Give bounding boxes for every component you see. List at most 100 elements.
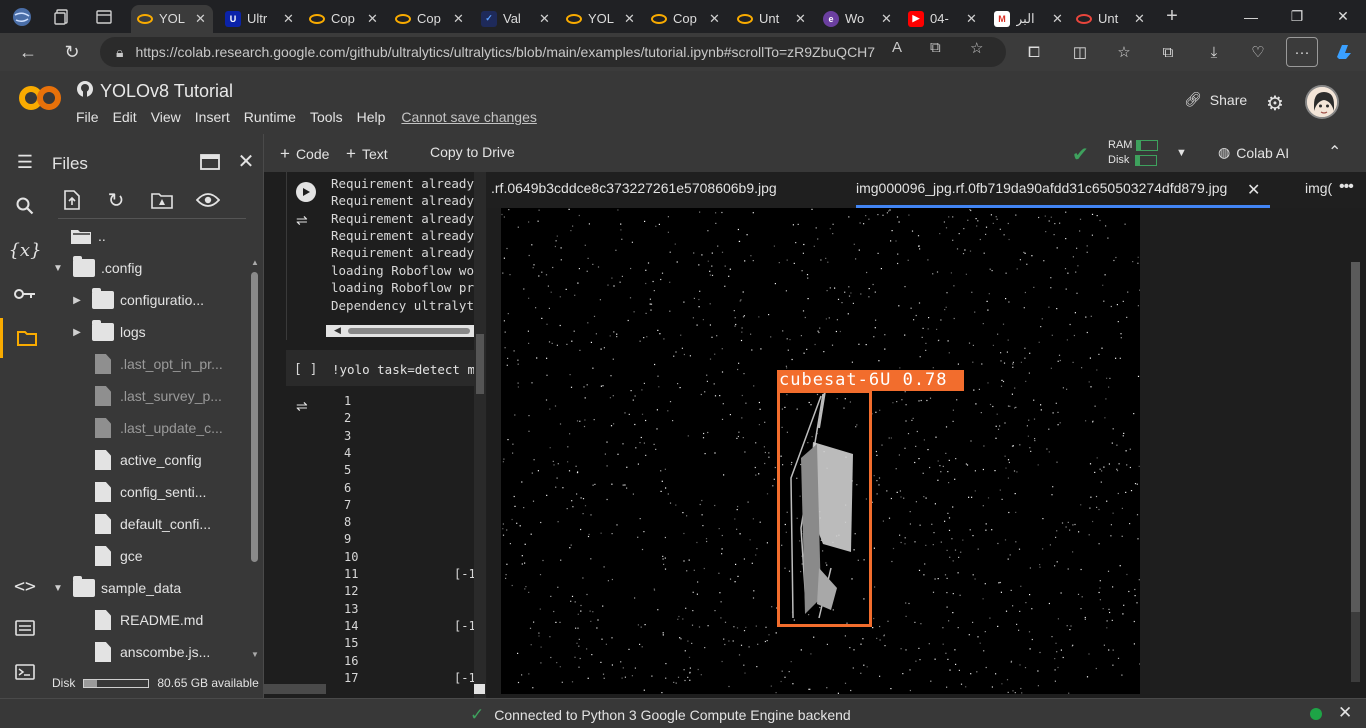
- viewer-tab[interactable]: img(: [1305, 180, 1332, 196]
- close-panel-icon[interactable]: ✕: [232, 149, 260, 173]
- caret-right-icon[interactable]: ▶: [70, 327, 84, 338]
- url-field[interactable]: 🔒︎ https://colab.research.google.com/git…: [100, 37, 1006, 67]
- close-viewer-tab-icon[interactable]: ✕: [1247, 180, 1260, 200]
- close-tab-icon[interactable]: ✕: [624, 11, 636, 27]
- horizontal-scrollbar[interactable]: ◀: [326, 325, 474, 337]
- split-screen-icon[interactable]: ◫: [1064, 37, 1096, 67]
- notebook-title[interactable]: YOLOv8 Tutorial: [76, 80, 233, 103]
- browser-tab[interactable]: YOL ✕: [131, 4, 213, 33]
- menu-file[interactable]: File: [76, 109, 99, 125]
- collapse-chevron-up-icon[interactable]: ⌃: [1328, 142, 1341, 162]
- tree-item-sample-data[interactable]: ▼ sample_data: [50, 574, 181, 602]
- favorites-icon[interactable]: ☆: [1108, 37, 1140, 67]
- scroll-left-icon[interactable]: ◀: [334, 325, 341, 336]
- close-status-icon[interactable]: ✕: [1338, 703, 1352, 723]
- resources-dropdown-icon[interactable]: ▼: [1176, 147, 1187, 159]
- extensions-icon[interactable]: ⧠: [1018, 37, 1050, 67]
- upload-file-icon[interactable]: [58, 188, 86, 212]
- viewer-scrollbar[interactable]: [1351, 262, 1360, 682]
- close-tab-icon[interactable]: ✕: [367, 11, 379, 27]
- minimize-icon[interactable]: —: [1228, 0, 1274, 33]
- app-available-icon[interactable]: ⧉: [930, 39, 941, 56]
- back-icon[interactable]: ←: [8, 34, 48, 70]
- tree-item-file[interactable]: .last_update_c...: [92, 414, 223, 442]
- variables-icon[interactable]: {x}: [0, 230, 50, 270]
- scrollbar-thumb[interactable]: [1351, 262, 1360, 612]
- tab-actions-icon[interactable]: [84, 0, 124, 33]
- performance-icon[interactable]: ♡: [1242, 37, 1274, 67]
- files-scrollbar[interactable]: ▲ ▼: [248, 254, 260, 664]
- code-snippets-icon[interactable]: <>: [0, 566, 50, 606]
- resize-handle[interactable]: [264, 684, 326, 694]
- close-tab-icon[interactable]: ✕: [195, 11, 207, 27]
- browser-tab[interactable]: e Wo ✕: [817, 5, 899, 33]
- search-icon[interactable]: [0, 186, 50, 226]
- scrollbar-thumb[interactable]: [251, 272, 258, 562]
- browser-tab[interactable]: U Ultr ✕: [219, 5, 301, 33]
- browser-tab[interactable]: Cop ✕: [645, 5, 727, 33]
- refresh-icon[interactable]: ↻: [52, 34, 92, 70]
- browser-tab[interactable]: ✓ Val ✕: [475, 5, 557, 33]
- secrets-key-icon[interactable]: [0, 274, 50, 314]
- settings-more-icon[interactable]: ···: [1286, 37, 1318, 67]
- copy-to-drive-button[interactable]: Copy to Drive: [430, 144, 515, 160]
- new-tab-icon[interactable]: +: [1152, 0, 1192, 33]
- resources-indicator[interactable]: RAM Disk: [1108, 138, 1159, 168]
- tree-item-file[interactable]: anscombe.js...: [92, 638, 210, 666]
- viewer-tab[interactable]: .rf.0649b3cddce8c373227261e5708606b9.jpg: [491, 180, 777, 196]
- caret-down-icon[interactable]: ▼: [51, 583, 65, 594]
- tree-item-file[interactable]: config_senti...: [92, 478, 206, 506]
- close-tab-icon[interactable]: ✕: [881, 11, 893, 27]
- close-tab-icon[interactable]: ✕: [966, 11, 978, 27]
- colab-logo-icon[interactable]: [18, 84, 62, 112]
- more-options-icon[interactable]: •••: [1339, 178, 1354, 196]
- copilot-icon[interactable]: [1328, 37, 1360, 67]
- menu-tools[interactable]: Tools: [310, 109, 343, 125]
- vertical-scrollbar[interactable]: [474, 172, 486, 698]
- tree-item-parent[interactable]: ..: [70, 222, 106, 250]
- show-hidden-eye-icon[interactable]: [194, 188, 222, 212]
- open-in-tab-icon[interactable]: [196, 150, 224, 174]
- add-code-button[interactable]: + Code: [280, 144, 329, 164]
- close-tab-icon[interactable]: ✕: [283, 11, 295, 27]
- browser-tab[interactable]: YOL ✕: [560, 5, 642, 33]
- browser-tab[interactable]: M البر ✕: [988, 5, 1070, 33]
- tree-item-logs[interactable]: ▶ logs: [70, 318, 146, 346]
- avatar[interactable]: [1305, 85, 1339, 119]
- workspaces-icon[interactable]: [42, 0, 82, 33]
- restore-icon[interactable]: ❐: [1274, 0, 1320, 33]
- menu-edit[interactable]: Edit: [113, 109, 137, 125]
- close-tab-icon[interactable]: ✕: [709, 11, 721, 27]
- collections-icon[interactable]: ⧉: [1152, 37, 1184, 67]
- terminal-icon[interactable]: [0, 652, 50, 692]
- output-actions-icon[interactable]: ⇌: [296, 212, 308, 229]
- read-aloud-icon[interactable]: A: [892, 39, 902, 56]
- caret-right-icon[interactable]: ▶: [70, 295, 84, 306]
- settings-gear-icon[interactable]: ⚙: [1266, 91, 1284, 116]
- viewer-tab-active[interactable]: img000096_jpg.rf.0fb719da90afdd31c650503…: [856, 180, 1227, 196]
- share-button[interactable]: 🔗︎ Share: [1184, 91, 1247, 108]
- close-tab-icon[interactable]: ✕: [539, 11, 551, 27]
- caret-down-icon[interactable]: ▼: [51, 263, 65, 274]
- close-tab-icon[interactable]: ✕: [795, 11, 807, 27]
- mount-drive-icon[interactable]: [148, 188, 176, 212]
- browser-tab[interactable]: Unt ✕: [1070, 5, 1152, 33]
- menu-help[interactable]: Help: [357, 109, 386, 125]
- favorite-star-icon[interactable]: ☆: [970, 39, 983, 57]
- colab-ai-button[interactable]: ◍ Colab AI: [1218, 144, 1289, 161]
- cell-execution-bracket[interactable]: [ ]: [294, 362, 317, 377]
- profile-globe-icon[interactable]: [2, 0, 42, 33]
- downloads-icon[interactable]: ⤓: [1198, 37, 1230, 67]
- tree-item-file[interactable]: .last_opt_in_pr...: [92, 350, 223, 378]
- run-cell-button[interactable]: [296, 182, 316, 202]
- tree-item-file[interactable]: default_confi...: [92, 510, 211, 538]
- browser-tab[interactable]: Unt ✕: [731, 5, 813, 33]
- tree-item-file[interactable]: gce: [92, 542, 143, 570]
- tree-item-config[interactable]: ▼ .config: [50, 254, 142, 282]
- files-folder-icon[interactable]: [0, 318, 50, 358]
- menu-insert[interactable]: Insert: [195, 109, 230, 125]
- close-tab-icon[interactable]: ✕: [1052, 11, 1064, 27]
- refresh-files-icon[interactable]: ↻: [102, 188, 130, 212]
- scrollbar-thumb[interactable]: [476, 334, 484, 394]
- scrollbar-thumb[interactable]: [348, 328, 470, 334]
